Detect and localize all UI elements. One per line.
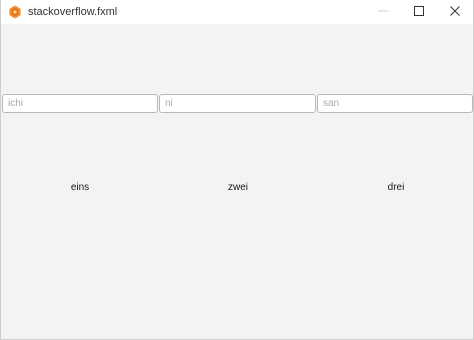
window-title: stackoverflow.fxml — [28, 6, 118, 18]
label-zwei: zwei — [227, 182, 248, 193]
content-pane: eins zwei drei — [1, 24, 473, 339]
maximize-icon — [414, 3, 424, 21]
close-button[interactable] — [437, 0, 473, 24]
close-icon — [450, 3, 460, 21]
minimize-icon — [378, 3, 388, 21]
app-window: stackoverflow.fxml ichi ni san eins zwei… — [0, 0, 474, 340]
title-bar[interactable]: stackoverflow.fxml — [1, 0, 473, 24]
label-drei: drei — [387, 182, 405, 193]
text-field-ni[interactable] — [159, 94, 316, 113]
maximize-button[interactable] — [401, 0, 437, 24]
text-field-san[interactable] — [317, 94, 473, 113]
label-eins: eins — [70, 182, 90, 193]
app-icon — [8, 5, 22, 19]
text-field-ichi[interactable] — [2, 94, 158, 113]
minimize-button[interactable] — [365, 0, 401, 24]
